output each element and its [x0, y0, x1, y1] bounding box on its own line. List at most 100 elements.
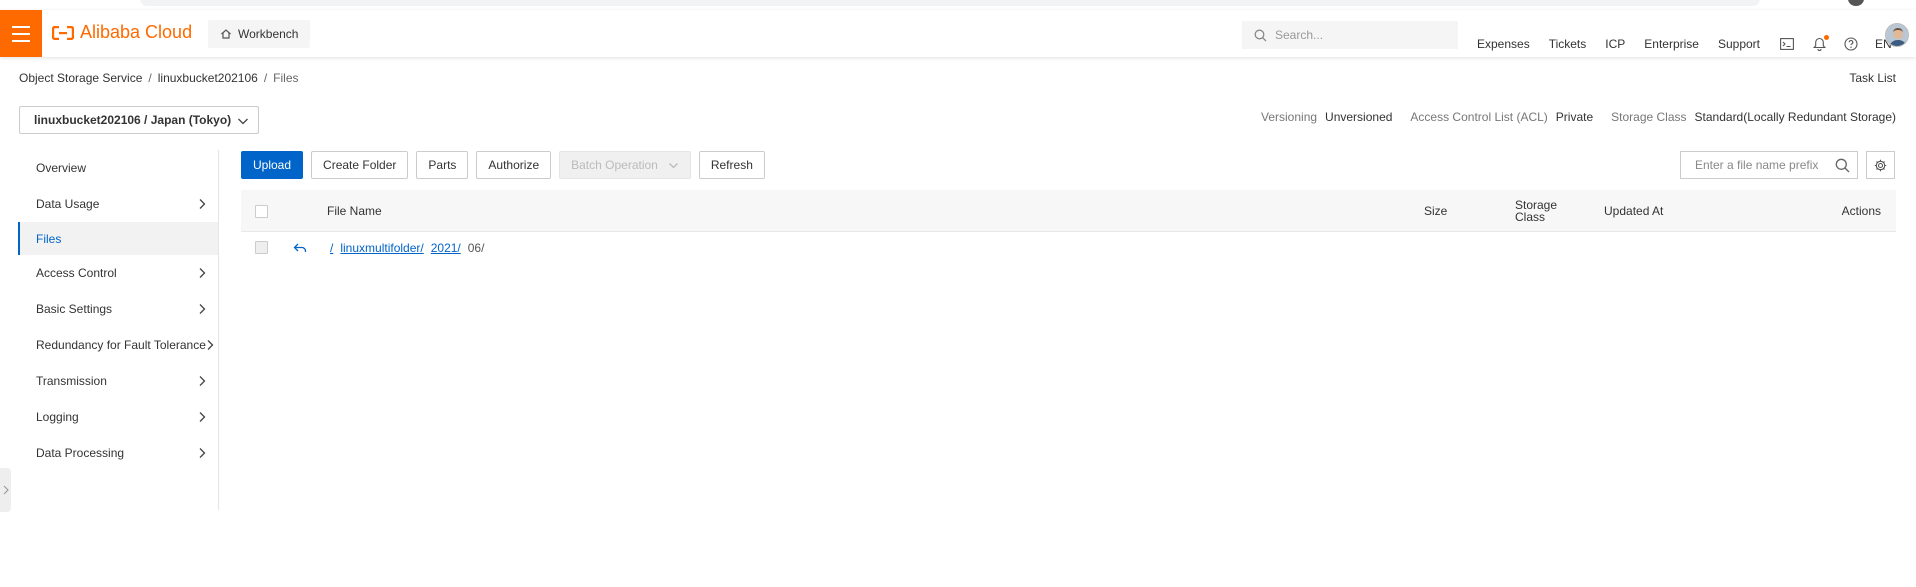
file-table: File Name Size Storage Class Updated At …: [241, 190, 1896, 263]
back-arrow-icon: [293, 243, 307, 252]
notification-bell-icon[interactable]: [1811, 34, 1830, 52]
top-navigation-bar: Alibaba Cloud Workbench Expenses Tickets…: [0, 10, 1916, 57]
browser-address-bar[interactable]: [140, 0, 1760, 6]
sidebar-item-overview[interactable]: Overview: [18, 150, 218, 186]
column-header-updated-at[interactable]: Updated At: [1604, 190, 1663, 232]
chevron-right-icon: [199, 412, 206, 422]
hamburger-menu-button[interactable]: [0, 10, 42, 57]
path-root-link[interactable]: /: [330, 241, 333, 255]
authorize-button[interactable]: Authorize: [476, 151, 552, 179]
nav-icp[interactable]: ICP: [1605, 37, 1625, 51]
task-list-link[interactable]: Task List: [1849, 71, 1896, 85]
home-icon: [221, 29, 231, 39]
help-icon[interactable]: [1843, 36, 1859, 52]
chevron-right-icon: [199, 304, 206, 314]
global-search-box[interactable]: [1242, 21, 1458, 49]
breadcrumb: Object Storage Service / linuxbucket2021…: [19, 71, 299, 85]
sidebar-item-label: Overview: [36, 161, 87, 175]
logo-text: Alibaba Cloud: [80, 22, 193, 42]
sidebar-collapse-handle[interactable]: [0, 468, 11, 512]
chevron-right-icon: [207, 340, 214, 350]
batch-operation-label: Batch Operation: [571, 158, 658, 172]
chevron-right-icon: [199, 448, 206, 458]
top-nav-links: Expenses Tickets ICP Enterprise Support …: [1477, 20, 1911, 67]
storage-class-value: Standard(Locally Redundant Storage): [1694, 110, 1896, 124]
path-segment-link[interactable]: 2021/: [431, 241, 461, 255]
workbench-button[interactable]: Workbench: [208, 20, 311, 48]
sidebar-item-label: Access Control: [36, 266, 117, 280]
sidebar-item-label: Logging: [36, 410, 79, 424]
chevron-down-icon: [668, 162, 678, 168]
breadcrumb-current: Files: [273, 71, 299, 85]
sidebar-item-transmission[interactable]: Transmission: [18, 363, 218, 399]
path-row-checkbox-cell: [255, 232, 268, 263]
select-all-cell: [255, 190, 268, 232]
refresh-button[interactable]: Refresh: [698, 151, 765, 179]
global-search-input[interactable]: [1275, 28, 1445, 42]
chevron-right-icon: [199, 199, 206, 209]
parts-button[interactable]: Parts: [416, 151, 469, 179]
storage-class-label: Storage Class: [1611, 110, 1687, 124]
select-all-checkbox[interactable]: [255, 204, 268, 218]
sidebar-item-label: Data Processing: [36, 446, 125, 460]
file-prefix-input[interactable]: [1695, 158, 1825, 172]
sidebar-item-label: Basic Settings: [36, 302, 113, 316]
back-button[interactable]: [293, 232, 307, 263]
sidebar-item-data-usage[interactable]: Data Usage: [18, 186, 218, 222]
chevron-down-icon: [238, 118, 248, 125]
notification-badge: [1824, 34, 1830, 40]
bucket-sidebar: Overview Data Usage Files Access Control…: [18, 150, 219, 510]
sidebar-item-label: Files: [36, 231, 62, 246]
current-path: / linuxmultifolder/ 2021/ 06/: [330, 232, 484, 263]
menu-line-icon: [12, 25, 30, 28]
breadcrumb-separator: /: [263, 71, 268, 85]
gear-icon: [1874, 159, 1887, 171]
nav-tickets[interactable]: Tickets: [1549, 37, 1587, 51]
sidebar-item-label: Transmission: [36, 374, 107, 388]
column-header-actions: Actions: [1841, 204, 1881, 218]
workbench-label: Workbench: [238, 27, 299, 41]
sidebar-item-label: Redundancy for Fault Tolerance: [36, 338, 206, 352]
breadcrumb-oss[interactable]: Object Storage Service: [19, 71, 142, 85]
user-avatar[interactable]: [1885, 23, 1909, 47]
column-header-size[interactable]: Size: [1424, 190, 1447, 232]
menu-line-icon: [12, 39, 30, 42]
breadcrumb-separator: /: [148, 71, 152, 85]
path-segment-link[interactable]: linuxmultifolder/: [340, 241, 423, 255]
acl-label: Access Control List (ACL): [1410, 110, 1548, 124]
browser-profile-icon[interactable]: [1848, 0, 1864, 6]
sidebar-item-label: Data Usage: [36, 197, 100, 211]
nav-enterprise[interactable]: Enterprise: [1644, 37, 1699, 51]
column-header-file-name[interactable]: File Name: [327, 190, 382, 232]
bucket-selector-label: linuxbucket202106 / Japan (Tokyo): [34, 113, 232, 127]
sidebar-item-data-processing[interactable]: Data Processing: [18, 435, 218, 471]
bucket-properties: Versioning Unversioned Access Control Li…: [1261, 110, 1896, 124]
nav-expenses[interactable]: Expenses: [1477, 37, 1530, 51]
chevron-right-icon: [199, 268, 206, 278]
batch-operation-button[interactable]: Batch Operation: [559, 151, 691, 179]
path-current-segment: 06/: [467, 240, 485, 255]
path-navigation-row: / linuxmultifolder/ 2021/ 06/: [241, 232, 1896, 263]
sidebar-item-redundancy[interactable]: Redundancy for Fault Tolerance: [18, 327, 218, 363]
breadcrumb-bucket[interactable]: linuxbucket202106: [158, 71, 258, 85]
cloud-shell-icon[interactable]: [1779, 36, 1795, 52]
table-settings-button[interactable]: [1866, 151, 1895, 179]
bucket-selector[interactable]: linuxbucket202106 / Japan (Tokyo): [19, 106, 259, 134]
file-toolbar: Upload Create Folder Parts Authorize Bat…: [241, 151, 765, 179]
create-folder-button[interactable]: Create Folder: [311, 151, 409, 179]
sidebar-item-access-control[interactable]: Access Control: [18, 255, 218, 291]
sidebar-item-logging[interactable]: Logging: [18, 399, 218, 435]
sidebar-item-basic-settings[interactable]: Basic Settings: [18, 291, 218, 327]
sidebar-item-files[interactable]: Files: [18, 222, 218, 255]
path-row-checkbox: [255, 241, 268, 254]
nav-support[interactable]: Support: [1718, 37, 1760, 51]
alibaba-cloud-logo[interactable]: Alibaba Cloud: [52, 22, 192, 43]
chevron-right-icon: [199, 376, 206, 386]
search-icon[interactable]: [1835, 158, 1850, 173]
alibaba-cloud-logo-icon: [52, 25, 74, 40]
file-prefix-search[interactable]: [1680, 151, 1858, 179]
chevron-right-icon: [3, 485, 9, 495]
menu-line-icon: [12, 32, 30, 35]
column-header-storage-class[interactable]: Storage Class: [1515, 190, 1557, 232]
upload-button[interactable]: Upload: [241, 151, 304, 179]
